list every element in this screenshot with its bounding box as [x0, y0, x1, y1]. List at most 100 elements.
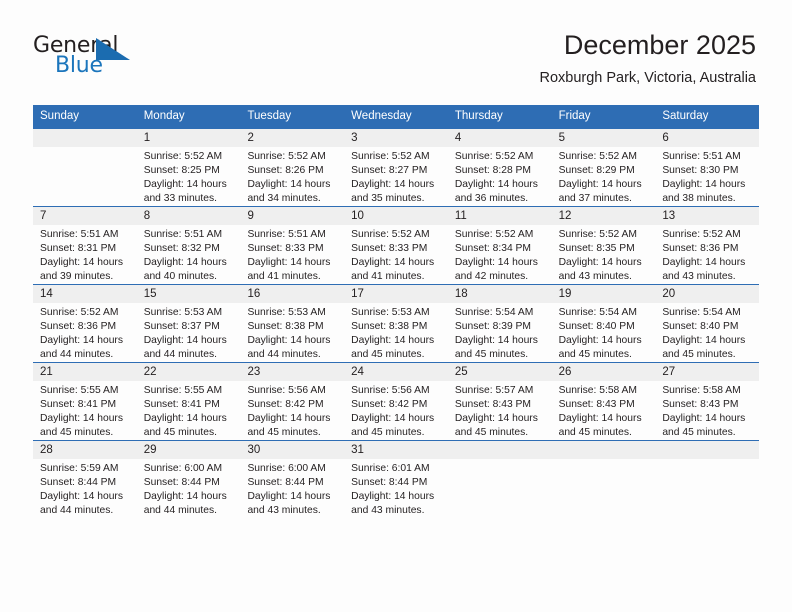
sunrise-text: Sunrise: 5:52 AM: [351, 151, 430, 162]
daylight-text-line2: and 44 minutes.: [143, 349, 217, 360]
daylight-text-line1: Daylight: 14 hours: [558, 335, 642, 346]
daylight-text-line2: and 39 minutes.: [40, 271, 114, 282]
day-details: Sunrise: 5:53 AM Sunset: 8:38 PM Dayligh…: [344, 303, 448, 362]
daylight-text-line2: and 43 minutes.: [662, 271, 736, 282]
day-cell[interactable]: [33, 129, 137, 206]
daylight-text-line1: Daylight: 14 hours: [558, 257, 642, 268]
day-cell[interactable]: 11 Sunrise: 5:52 AM Sunset: 8:34 PM Dayl…: [447, 207, 552, 284]
day-number: 29: [136, 441, 241, 459]
day-cell[interactable]: 13 Sunrise: 5:52 AM Sunset: 8:36 PM Dayl…: [655, 207, 760, 284]
day-cell[interactable]: 20 Sunrise: 5:54 AM Sunset: 8:40 PM Dayl…: [655, 285, 760, 362]
page-header: General Blue December 2025 Roxburgh Park…: [0, 0, 792, 100]
day-number: 14: [33, 285, 137, 303]
daylight-text-line2: and 40 minutes.: [143, 271, 217, 282]
daylight-text-line1: Daylight: 14 hours: [351, 335, 435, 346]
day-cell[interactable]: 1 Sunrise: 5:52 AM Sunset: 8:25 PM Dayli…: [136, 129, 241, 206]
day-cell[interactable]: 16 Sunrise: 5:53 AM Sunset: 8:38 PM Dayl…: [240, 285, 345, 362]
day-cell[interactable]: 15 Sunrise: 5:53 AM Sunset: 8:37 PM Dayl…: [136, 285, 241, 362]
day-details: Sunrise: 5:55 AM Sunset: 8:41 PM Dayligh…: [33, 381, 137, 440]
day-number: 16: [240, 285, 345, 303]
sunset-text: Sunset: 8:30 PM: [662, 165, 739, 176]
sunset-text: Sunset: 8:28 PM: [454, 165, 532, 176]
day-number: 22: [136, 363, 241, 381]
day-cell[interactable]: 31 Sunrise: 6:01 AM Sunset: 8:44 PM Dayl…: [344, 441, 448, 518]
sunrise-text: Sunrise: 5:52 AM: [558, 151, 638, 162]
day-cell[interactable]: 17 Sunrise: 5:53 AM Sunset: 8:38 PM Dayl…: [344, 285, 448, 362]
day-cell[interactable]: 9 Sunrise: 5:51 AM Sunset: 8:33 PM Dayli…: [240, 207, 345, 284]
day-cell[interactable]: 23 Sunrise: 5:56 AM Sunset: 8:42 PM Dayl…: [240, 363, 345, 440]
page-subtitle: Roxburgh Park, Victoria, Australia: [539, 70, 756, 86]
sunset-text: Sunset: 8:42 PM: [247, 399, 324, 410]
day-number: 30: [240, 441, 345, 459]
day-cell[interactable]: [447, 441, 552, 518]
page-title: December 2025: [563, 30, 756, 60]
daylight-text-line1: Daylight: 14 hours: [662, 179, 746, 190]
day-cell[interactable]: 24 Sunrise: 5:56 AM Sunset: 8:42 PM Dayl…: [344, 363, 448, 440]
daylight-text-line1: Daylight: 14 hours: [351, 491, 435, 502]
day-cell[interactable]: 29 Sunrise: 6:00 AM Sunset: 8:44 PM Dayl…: [136, 441, 241, 518]
day-details: Sunrise: 6:00 AM Sunset: 8:44 PM Dayligh…: [240, 459, 344, 518]
sunset-text: Sunset: 8:26 PM: [247, 165, 324, 176]
day-cell[interactable]: 6 Sunrise: 5:51 AM Sunset: 8:30 PM Dayli…: [655, 129, 760, 206]
sunset-text: Sunset: 8:44 PM: [247, 477, 324, 488]
sunrise-text: Sunrise: 5:52 AM: [40, 307, 119, 318]
day-number: 10: [344, 207, 448, 225]
day-number: 21: [33, 363, 137, 381]
day-cell[interactable]: 27 Sunrise: 5:58 AM Sunset: 8:43 PM Dayl…: [655, 363, 760, 440]
sunrise-text: Sunrise: 5:52 AM: [454, 151, 534, 162]
day-cell[interactable]: 12 Sunrise: 5:52 AM Sunset: 8:35 PM Dayl…: [551, 207, 656, 284]
general-blue-logo[interactable]: General Blue: [33, 33, 163, 81]
day-cell[interactable]: [655, 441, 760, 518]
day-cell[interactable]: 21 Sunrise: 5:55 AM Sunset: 8:41 PM Dayl…: [33, 363, 137, 440]
day-cell[interactable]: 5 Sunrise: 5:52 AM Sunset: 8:29 PM Dayli…: [551, 129, 656, 206]
day-number: 26: [551, 363, 656, 381]
daylight-text-line1: Daylight: 14 hours: [662, 413, 746, 424]
sunrise-text: Sunrise: 6:00 AM: [143, 463, 223, 474]
sunrise-text: Sunrise: 5:54 AM: [662, 307, 741, 318]
day-cell[interactable]: 22 Sunrise: 5:55 AM Sunset: 8:41 PM Dayl…: [136, 363, 241, 440]
day-cell[interactable]: 25 Sunrise: 5:57 AM Sunset: 8:43 PM Dayl…: [447, 363, 552, 440]
day-cell[interactable]: 19 Sunrise: 5:54 AM Sunset: 8:40 PM Dayl…: [551, 285, 656, 362]
daylight-text-line2: and 45 minutes.: [662, 427, 736, 438]
day-number: 18: [447, 285, 552, 303]
day-cell[interactable]: 8 Sunrise: 5:51 AM Sunset: 8:32 PM Dayli…: [136, 207, 241, 284]
day-cell[interactable]: 14 Sunrise: 5:52 AM Sunset: 8:36 PM Dayl…: [33, 285, 137, 362]
day-cell[interactable]: 26 Sunrise: 5:58 AM Sunset: 8:43 PM Dayl…: [551, 363, 656, 440]
day-number: 20: [655, 285, 760, 303]
day-details: Sunrise: 5:53 AM Sunset: 8:37 PM Dayligh…: [137, 303, 241, 362]
daylight-text-line1: Daylight: 14 hours: [662, 257, 746, 268]
day-number: 2: [240, 129, 345, 147]
day-details: Sunrise: 5:52 AM Sunset: 8:28 PM Dayligh…: [448, 147, 552, 206]
day-details: Sunrise: 5:51 AM Sunset: 8:32 PM Dayligh…: [137, 225, 241, 284]
sunset-text: Sunset: 8:43 PM: [558, 399, 635, 410]
sunrise-text: Sunrise: 5:51 AM: [247, 229, 326, 240]
sunrise-text: Sunrise: 5:52 AM: [143, 151, 223, 162]
day-details: Sunrise: 5:53 AM Sunset: 8:38 PM Dayligh…: [240, 303, 344, 362]
daylight-text-line1: Daylight: 14 hours: [247, 413, 331, 424]
sunset-text: Sunset: 8:37 PM: [143, 321, 220, 332]
day-cell[interactable]: 2 Sunrise: 5:52 AM Sunset: 8:26 PM Dayli…: [240, 129, 345, 206]
daylight-text-line1: Daylight: 14 hours: [40, 413, 123, 424]
weekday-header-tuesday: Tuesday: [247, 110, 292, 122]
sunset-text: Sunset: 8:41 PM: [143, 399, 220, 410]
day-cell[interactable]: 18 Sunrise: 5:54 AM Sunset: 8:39 PM Dayl…: [447, 285, 552, 362]
day-number: 12: [551, 207, 656, 225]
sunrise-text: Sunrise: 5:58 AM: [558, 385, 638, 396]
sunrise-text: Sunrise: 5:55 AM: [143, 385, 223, 396]
day-cell[interactable]: [551, 441, 656, 518]
sunrise-text: Sunrise: 5:51 AM: [40, 229, 119, 240]
sunrise-text: Sunrise: 5:51 AM: [662, 151, 741, 162]
day-cell[interactable]: 7 Sunrise: 5:51 AM Sunset: 8:31 PM Dayli…: [33, 207, 137, 284]
day-cell[interactable]: 10 Sunrise: 5:52 AM Sunset: 8:33 PM Dayl…: [344, 207, 448, 284]
sunrise-text: Sunrise: 5:52 AM: [351, 229, 430, 240]
weekday-header-friday: Friday: [558, 110, 591, 122]
sunset-text: Sunset: 8:27 PM: [351, 165, 428, 176]
sunset-text: Sunset: 8:39 PM: [454, 321, 532, 332]
day-cell[interactable]: 28 Sunrise: 5:59 AM Sunset: 8:44 PM Dayl…: [33, 441, 137, 518]
sunrise-text: Sunrise: 5:53 AM: [247, 307, 326, 318]
day-cell[interactable]: 4 Sunrise: 5:52 AM Sunset: 8:28 PM Dayli…: [447, 129, 552, 206]
day-cell[interactable]: 30 Sunrise: 6:00 AM Sunset: 8:44 PM Dayl…: [240, 441, 345, 518]
day-details: Sunrise: 5:52 AM Sunset: 8:25 PM Dayligh…: [137, 147, 241, 206]
day-cell[interactable]: 3 Sunrise: 5:52 AM Sunset: 8:27 PM Dayli…: [344, 129, 448, 206]
daylight-text-line1: Daylight: 14 hours: [558, 179, 642, 190]
